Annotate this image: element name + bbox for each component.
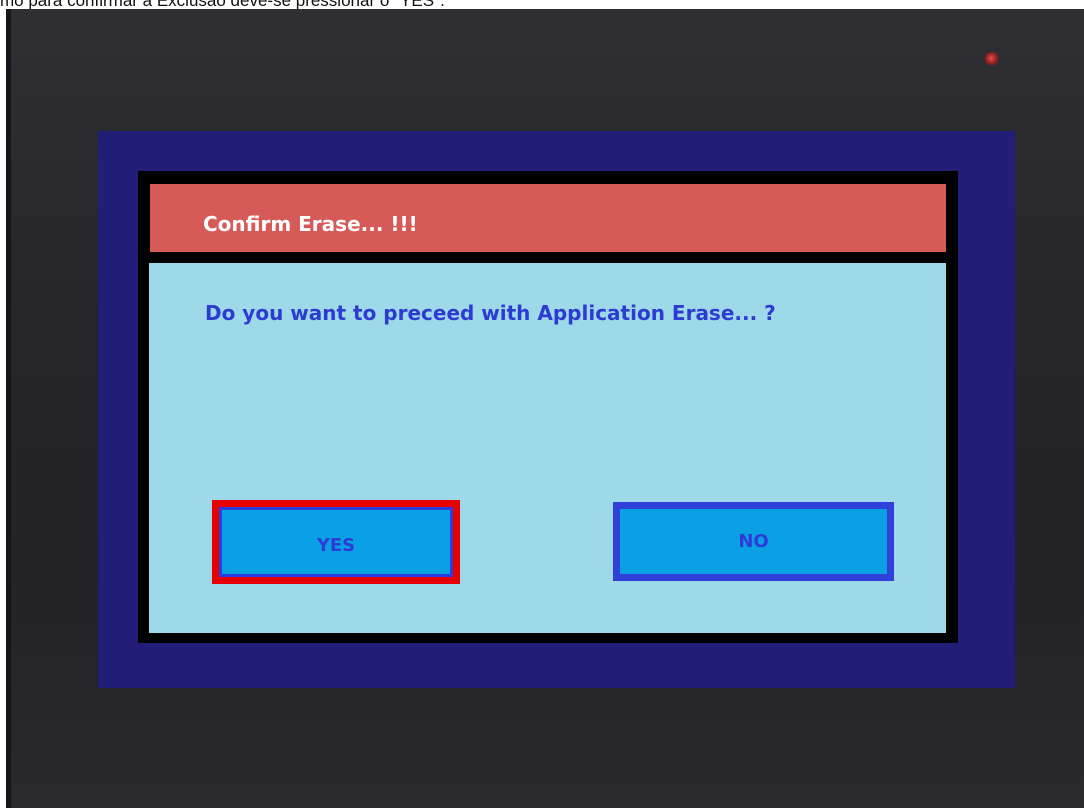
no-button-label: NO [738,531,769,552]
dialog-title: Confirm Erase... !!! [203,212,418,236]
dialog-header: Confirm Erase... !!! [150,184,946,252]
dialog-message: Do you want to preceed with Application … [205,301,776,325]
yes-button-label: YES [316,534,356,556]
yes-button[interactable]: YES [212,500,460,584]
status-led-icon [985,52,999,66]
no-button[interactable]: NO [613,502,894,581]
bezel-edge [6,9,11,808]
